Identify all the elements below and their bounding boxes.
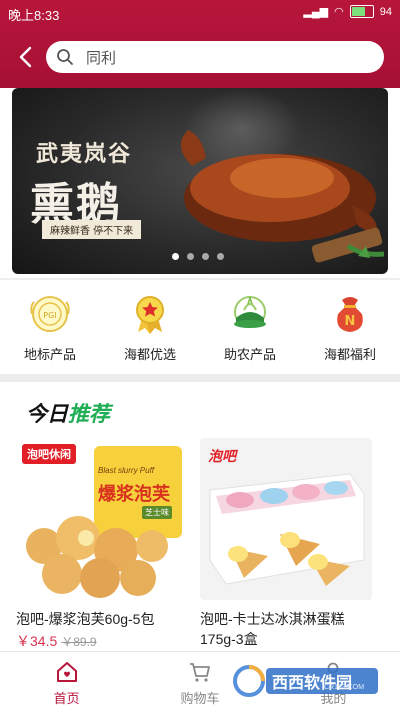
original-price: ￥89.9 — [61, 635, 97, 649]
signal-icon: ▂▄▆ — [303, 6, 329, 18]
product-image: 泡吧休闲 Blast slurry Puff 爆浆泡芙 芝士味 — [16, 438, 188, 600]
category-label: 海都福利 — [323, 347, 376, 362]
pager-dot[interactable] — [202, 253, 209, 260]
smoked-goose-image — [180, 130, 385, 263]
category-landmark-products[interactable]: PGI 地标产品 — [0, 282, 100, 374]
pager-dot[interactable] — [172, 253, 179, 260]
farmer-icon — [234, 295, 266, 328]
tab-label: 首页 — [53, 691, 80, 706]
product-image: 泡吧 — [200, 438, 372, 600]
tab-label: 购物车 — [180, 691, 220, 706]
svg-text:PGI: PGI — [43, 311, 56, 320]
ice-cream-cake-box-image — [209, 473, 365, 586]
site-watermark: 西西软件园 CR173.COM — [232, 664, 382, 698]
category-row: PGI 地标产品 海都优选 助农产品 N 海都福利 — [0, 282, 400, 374]
top-header: 晚上8:33 ▂▄▆ ◠ 94 — [0, 0, 400, 88]
product-price: ￥34.5 ￥89.9 — [16, 631, 188, 651]
category-haidu-select[interactable]: 海都优选 — [100, 282, 200, 374]
search-input[interactable] — [84, 47, 368, 67]
status-icons: ▂▄▆ ◠ 94 — [303, 5, 392, 18]
battery-level: 94 — [379, 5, 392, 18]
category-label: 海都优选 — [123, 347, 176, 362]
banner-pager — [172, 253, 224, 260]
chevron-left-icon — [19, 46, 32, 68]
banner-slogan: 麻辣鲜香 停不下来 — [42, 220, 142, 239]
tab-home[interactable]: 首页 — [0, 652, 133, 712]
gift-bag-icon: N — [337, 297, 363, 332]
search-icon — [57, 49, 73, 65]
landmark-badge-icon: PGI — [30, 296, 70, 332]
pager-dot[interactable] — [187, 253, 194, 260]
promo-banner[interactable]: 武夷岚谷 熏鹅 麻辣鲜香 停不下来 — [12, 88, 388, 274]
search-bar[interactable] — [46, 41, 384, 73]
banner-subtitle: 武夷岚谷 — [36, 141, 133, 167]
category-label: 地标产品 — [23, 347, 76, 362]
product-card[interactable]: 泡吧休闲 Blast slurry Puff 爆浆泡芙 芝士味 泡吧-爆浆泡芙6… — [16, 438, 188, 651]
pager-dot[interactable] — [217, 253, 224, 260]
wifi-icon: ◠ — [334, 6, 344, 18]
battery-icon — [349, 5, 374, 18]
svg-text:N: N — [345, 314, 356, 329]
watermark-subtext: CR173.COM — [324, 684, 365, 691]
category-farm-aid[interactable]: 助农产品 — [200, 282, 300, 374]
medal-icon — [136, 296, 164, 334]
home-icon — [56, 662, 77, 682]
product-name: 泡吧-爆浆泡芙60g-5包 — [16, 611, 155, 627]
product-name: 泡吧-卡士达冰淇淋蛋糕175g-3盒 — [200, 611, 345, 647]
back-button[interactable] — [12, 44, 38, 70]
category-label: 助农产品 — [223, 347, 276, 362]
product-card[interactable]: 泡吧 泡吧-卡士达冰淇淋蛋糕175g-3盒 — [200, 438, 372, 649]
section-title: 今日推荐 — [26, 403, 110, 426]
current-price: ￥34.5 — [16, 633, 58, 649]
category-haidu-welfare[interactable]: N 海都福利 — [300, 282, 400, 374]
status-bar: 晚上8:33 ▂▄▆ ◠ 94 — [0, 0, 400, 26]
puff-pastry-image — [26, 516, 168, 598]
shopping-cart-icon — [189, 663, 210, 682]
status-time: 晚上8:33 — [8, 8, 60, 23]
